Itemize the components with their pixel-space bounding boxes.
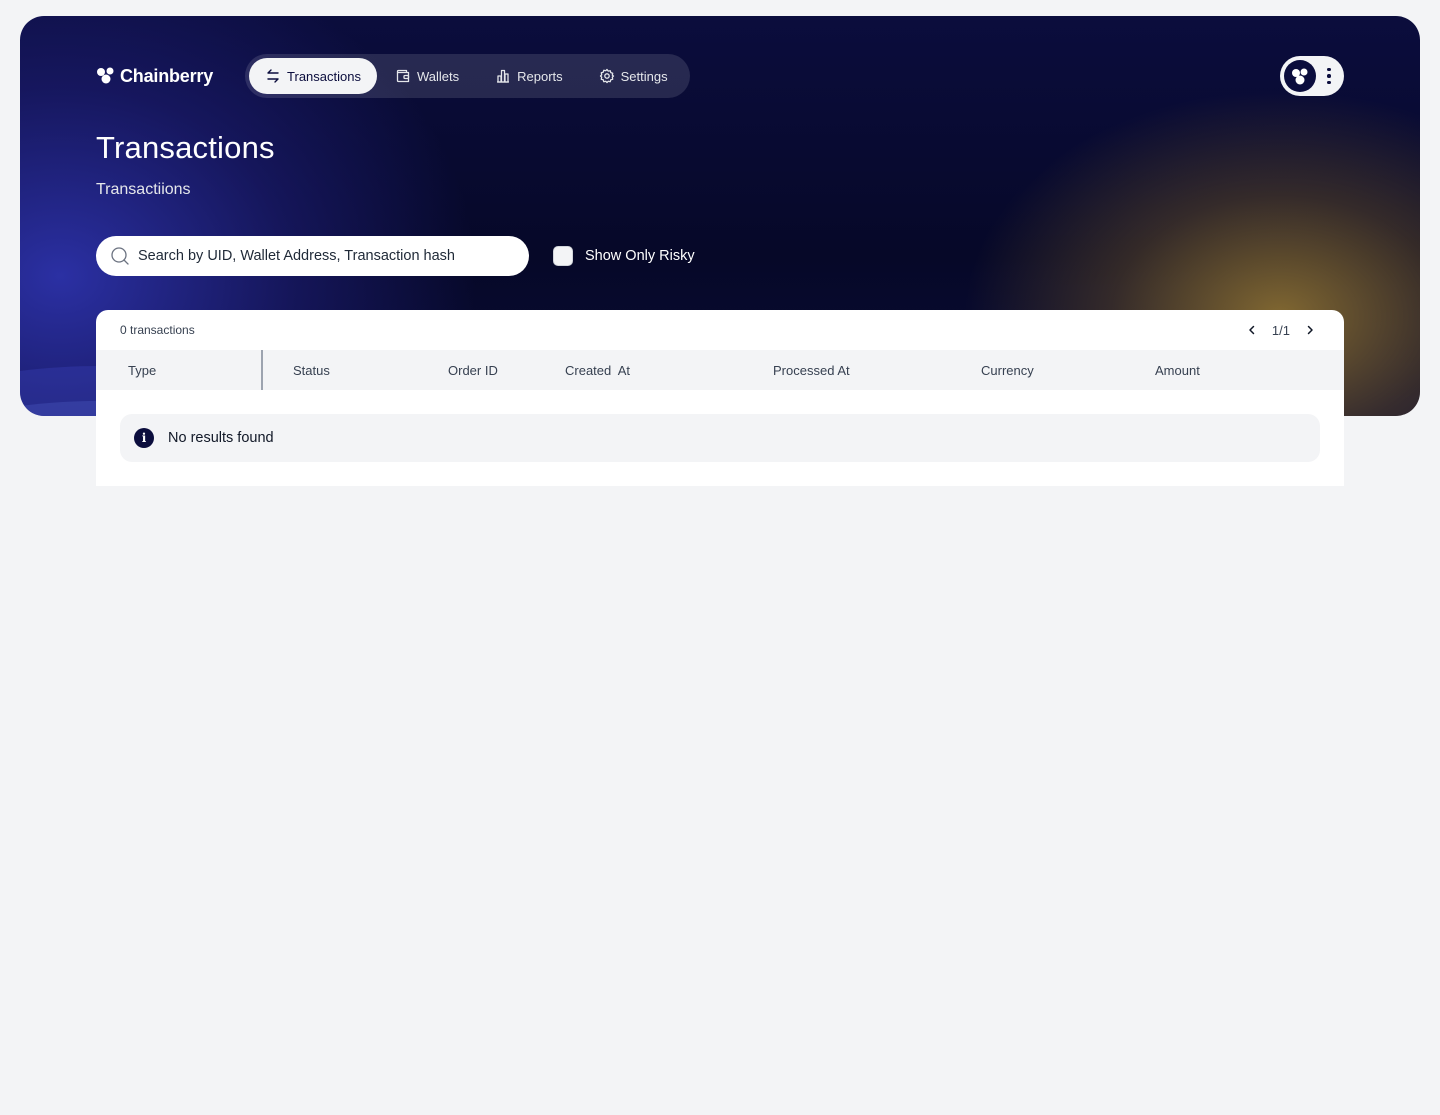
empty-state-message: i No results found xyxy=(120,414,1320,462)
table-toolbar: 0 transactions 1/1 xyxy=(96,310,1344,350)
nav-item-reports[interactable]: Reports xyxy=(477,58,581,94)
column-header-status[interactable]: Status xyxy=(293,350,330,390)
wallet-icon xyxy=(396,69,410,83)
column-header-order-id[interactable]: Order ID xyxy=(448,350,498,390)
chevron-left-icon xyxy=(1249,325,1255,335)
empty-state-text: No results found xyxy=(168,430,274,446)
risky-filter[interactable]: Show Only Risky xyxy=(553,246,695,266)
transaction-count: 0 transactions xyxy=(120,323,195,337)
column-header-type[interactable]: Type xyxy=(128,350,156,390)
brand-logo[interactable]: Chainberry xyxy=(96,66,213,87)
page-indicator: 1/1 xyxy=(1271,322,1290,338)
search-input[interactable] xyxy=(138,248,515,264)
nav-item-transactions[interactable]: Transactions xyxy=(249,58,377,94)
bar-chart-icon xyxy=(497,69,510,83)
nav-item-settings[interactable]: Settings xyxy=(581,58,686,94)
arrows-swap-icon xyxy=(267,69,279,83)
search-box xyxy=(96,236,529,276)
chevron-right-icon xyxy=(1307,325,1313,335)
risky-checkbox[interactable] xyxy=(553,246,573,266)
prev-page-button[interactable] xyxy=(1242,320,1262,340)
brand-name: Chainberry xyxy=(120,65,214,86)
table-header: Type Status Order ID Created At Processe… xyxy=(96,350,1344,390)
nav-item-label: Settings xyxy=(620,68,668,84)
berry-logo-icon xyxy=(97,67,114,84)
next-page-button[interactable] xyxy=(1300,320,1320,340)
berry-avatar-icon xyxy=(1292,68,1308,85)
gear-icon xyxy=(599,68,614,84)
column-header-created-at[interactable]: Created At xyxy=(565,350,630,390)
page-title: Transactions xyxy=(96,130,275,165)
column-header-amount[interactable]: Amount xyxy=(1155,350,1200,390)
transactions-card: 0 transactions 1/1 Type Status Order ID … xyxy=(96,310,1344,486)
user-menu[interactable] xyxy=(1280,56,1344,96)
column-header-processed-at[interactable]: Processed At xyxy=(773,350,850,390)
nav-item-label: Wallets xyxy=(416,68,460,84)
info-icon: i xyxy=(134,428,154,448)
column-resize-handle[interactable] xyxy=(261,350,263,390)
pagination: 1/1 xyxy=(1242,320,1320,340)
search-icon xyxy=(111,247,129,265)
avatar[interactable] xyxy=(1284,60,1316,92)
risky-label: Show Only Risky xyxy=(585,248,695,264)
more-options-icon[interactable] xyxy=(1324,67,1334,85)
page-subtitle: Transactiions xyxy=(96,181,191,198)
column-header-currency[interactable]: Currency xyxy=(981,350,1034,390)
nav-item-label: Transactions xyxy=(287,68,361,84)
main-menu: Transactions Wallets Reports Settings xyxy=(245,54,690,98)
top-navigation: Chainberry Transactions Wallets Reports … xyxy=(96,54,690,98)
nav-item-label: Reports xyxy=(517,68,563,84)
nav-item-wallets[interactable]: Wallets xyxy=(377,58,477,94)
